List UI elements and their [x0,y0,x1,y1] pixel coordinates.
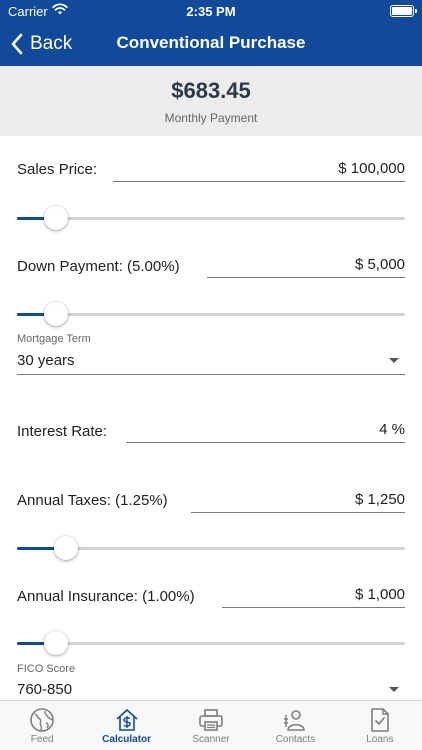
house-dollar-icon [116,709,138,731]
mortgage-term-select[interactable]: 30 years [17,349,405,375]
annual-taxes-slider[interactable] [17,536,405,560]
annual-insurance-slider[interactable] [17,631,405,655]
slider-thumb[interactable] [43,302,68,326]
mortgage-term-value: 30 years [17,352,75,369]
globe-icon [30,708,55,732]
annual-taxes-label: Annual Taxes: (1.25%) [17,492,168,509]
slider-thumb[interactable] [43,631,68,655]
tab-label: Loans [366,734,394,745]
interest-rate-input[interactable]: 4 % [126,419,405,443]
slider-track [17,217,405,220]
down-payment-input[interactable]: $ 5,000 [207,254,405,278]
status-bar: Carrier 2:35 PM [0,0,422,24]
chevron-down-icon [389,358,399,363]
app-header: Carrier 2:35 PM Back Conventional Purcha… [0,0,422,66]
slider-track [17,313,405,316]
tab-label: Calculator [102,734,152,745]
slider-thumb[interactable] [53,536,78,560]
down-payment-slider[interactable] [17,302,405,326]
document-check-icon [371,708,389,732]
annual-taxes-input[interactable]: $ 1,250 [191,489,405,513]
tab-calculator[interactable]: Calculator [84,701,168,750]
tab-bar: Feed Calculator Scanner Contacts Loans [0,700,422,750]
tab-label: Contacts [275,734,316,745]
tab-loans[interactable]: Loans [338,701,422,750]
printer-icon [199,709,223,731]
tab-label: Feed [30,734,54,745]
tab-label: Scanner [192,734,230,745]
down-payment-label: Down Payment: (5.00%) [17,258,180,275]
navigation-bar: Back Conventional Purchase [0,24,422,66]
slider-track [17,642,405,645]
tab-feed[interactable]: Feed [0,701,84,750]
annual-insurance-input[interactable]: $ 1,000 [222,584,405,608]
annual-insurance-label: Annual Insurance: (1.00%) [17,588,195,605]
sales-price-label: Sales Price: [17,161,98,178]
slider-thumb[interactable] [43,206,68,230]
monthly-payment-amount: $683.45 [171,78,251,103]
page-title: Conventional Purchase [116,33,306,52]
fico-score-value: 760-850 [17,681,73,698]
payment-summary: $683.45 Monthly Payment [0,66,422,136]
mortgage-term-label: Mortgage Term [17,333,91,345]
battery-icon [390,5,417,17]
sales-price-slider[interactable] [17,206,405,230]
tab-scanner[interactable]: Scanner [169,701,253,750]
chevron-down-icon [389,687,399,692]
tab-contacts[interactable]: Contacts [253,701,337,750]
status-time: 2:35 PM [186,4,236,19]
fico-score-label: FICO Score [17,663,76,675]
sales-price-input[interactable]: $ 100,000 [113,158,405,182]
monthly-payment-label: Monthly Payment [164,111,258,125]
interest-rate-label: Interest Rate: [17,423,108,440]
contacts-icon [284,710,306,731]
